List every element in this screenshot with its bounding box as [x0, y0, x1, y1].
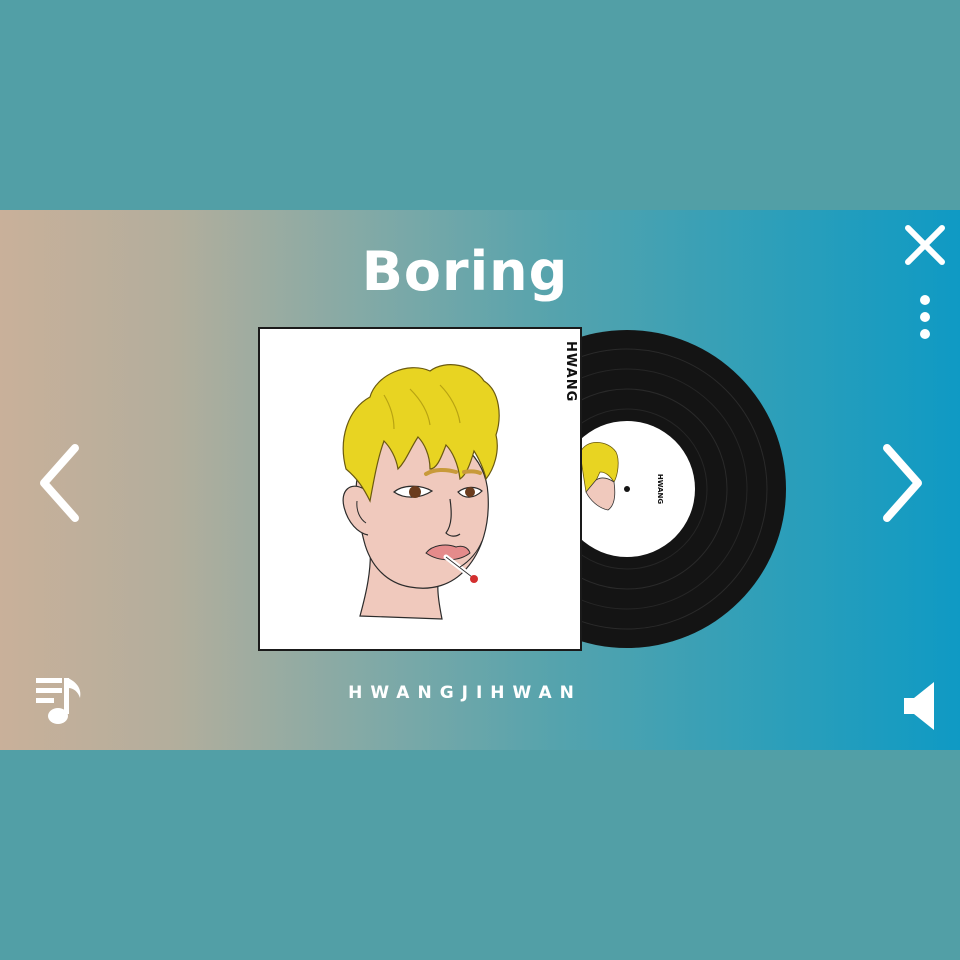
- album-cover: HWANG: [258, 327, 582, 651]
- speaker-icon: [904, 682, 934, 730]
- previous-track-button[interactable]: [30, 438, 90, 528]
- chevron-left-icon: [40, 444, 79, 522]
- track-title: Boring: [361, 240, 569, 303]
- chevron-right-icon: [883, 444, 922, 522]
- app-screen: Boring HWANG HWANG HWANGJIHWAN: [0, 0, 960, 960]
- next-track-button[interactable]: [872, 438, 932, 528]
- album-cover-text: HWANG: [563, 341, 578, 403]
- more-options-button[interactable]: [910, 292, 940, 342]
- playlist-music-icon: [36, 678, 81, 724]
- track-artist: HWANGJIHWAN: [348, 683, 582, 703]
- record-label-text: HWANG: [656, 474, 664, 505]
- album-cover-illustration: [342, 364, 500, 620]
- player-panel: Boring HWANG HWANG HWANGJIHWAN: [0, 210, 960, 750]
- close-icon: [905, 225, 945, 265]
- volume-button[interactable]: [900, 678, 944, 734]
- vertical-dots-icon: [920, 295, 930, 339]
- playlist-button[interactable]: [30, 672, 90, 732]
- album-artwork: HWANG HWANG: [258, 327, 786, 657]
- close-button[interactable]: [900, 220, 950, 270]
